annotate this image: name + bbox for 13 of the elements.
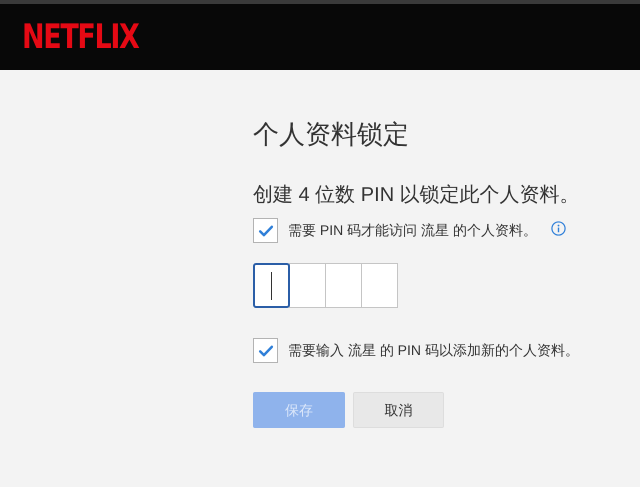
option-label: 需要 PIN 码才能访问 流星 的个人资料。	[288, 221, 537, 240]
checkbox[interactable]	[253, 218, 278, 243]
cancel-button[interactable]: 取消	[353, 392, 444, 428]
pin-digit-field[interactable]	[361, 263, 398, 308]
option-label: 需要输入 流星 的 PIN 码以添加新的个人资料。	[288, 341, 579, 360]
info-icon[interactable]	[550, 221, 566, 236]
page-title: 个人资料锁定	[253, 118, 410, 151]
logo[interactable]: NETFLIX	[22, 20, 139, 54]
pin-digit-field[interactable]	[289, 263, 326, 308]
subtitle: 创建 4 位数 PIN 以锁定此个人资料。	[253, 183, 581, 208]
pin-digit-field[interactable]	[325, 263, 362, 308]
checkbox[interactable]	[253, 338, 278, 363]
pin-digit-field[interactable]	[253, 263, 290, 308]
